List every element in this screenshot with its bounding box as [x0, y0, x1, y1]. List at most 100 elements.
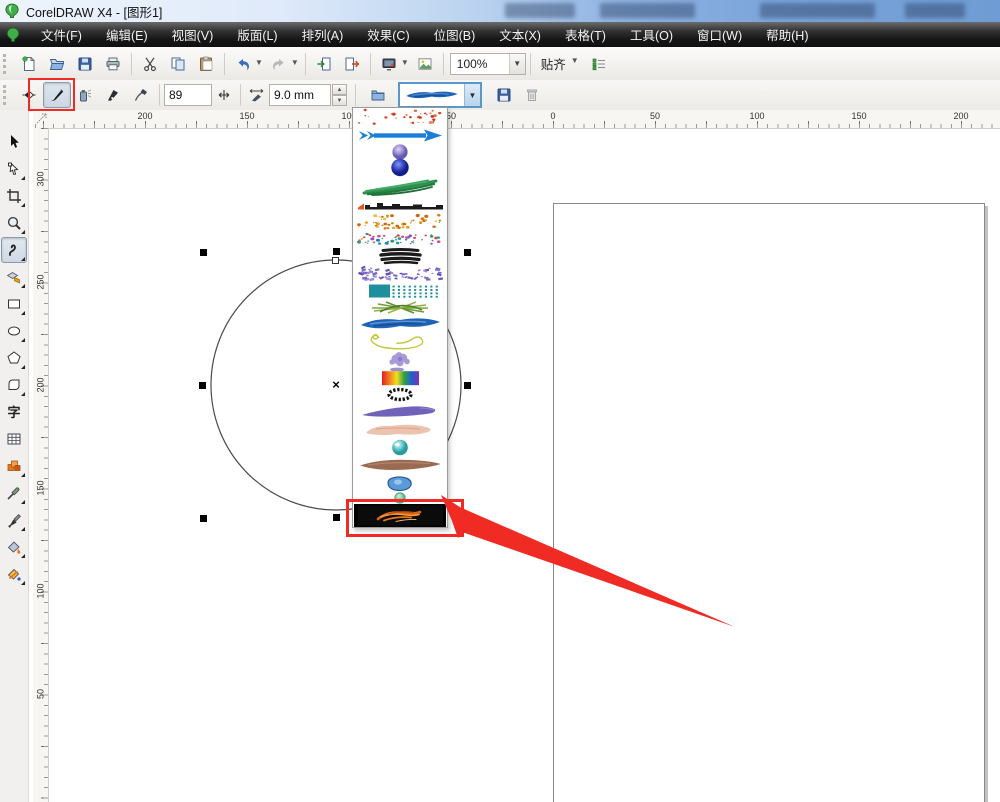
stroke-list-item-gold-speckle-stroke[interactable]	[354, 212, 446, 232]
cut-button[interactable]	[136, 51, 164, 77]
curve-node[interactable]	[332, 257, 339, 264]
undo-button[interactable]	[229, 51, 257, 77]
horizontal-ruler[interactable]: 20015010050050100150200	[33, 110, 1000, 129]
selection-handle[interactable]	[464, 249, 471, 256]
fill-tool[interactable]	[1, 534, 27, 560]
new-document-button[interactable]	[15, 51, 43, 77]
pressure-mode-button[interactable]	[127, 82, 155, 108]
slider-handle-icon[interactable]	[216, 87, 232, 103]
brush-mode-button[interactable]	[43, 82, 71, 108]
stroke-list-item-red-speckle-stroke[interactable]	[354, 108, 446, 127]
stroke-list-item-dotted-ring-stroke[interactable]	[354, 387, 446, 402]
print-button[interactable]	[99, 51, 127, 77]
selection-handle[interactable]	[464, 382, 471, 389]
menu-item-6[interactable]: 位图(B)	[422, 22, 488, 47]
pick-tool[interactable]	[1, 129, 27, 155]
stroke-width-spinner[interactable]: ▲ ▼	[332, 84, 347, 106]
spinner-up-icon[interactable]: ▲	[332, 84, 347, 95]
menu-item-5[interactable]: 效果(C)	[355, 22, 421, 47]
blend-tool[interactable]	[1, 453, 27, 479]
open-button[interactable]	[43, 51, 71, 77]
spinner-down-icon[interactable]: ▼	[332, 95, 347, 106]
stroke-list-item-orange-flame-stroke[interactable]	[354, 504, 446, 527]
toolbar-drag-handle[interactable]	[3, 54, 10, 74]
stroke-list-item-lavender-flower-stroke[interactable]	[354, 352, 446, 367]
snap-to-dropdown[interactable]: 贴齐 ▼	[535, 54, 585, 73]
stroke-list-item-rainbow-bar-stroke[interactable]	[354, 367, 446, 387]
chevron-down-icon[interactable]: ▼	[464, 84, 480, 106]
toolbar-drag-handle[interactable]	[3, 85, 10, 105]
chevron-down-icon[interactable]: ▼	[509, 54, 525, 74]
stroke-width-input[interactable]	[269, 84, 331, 106]
import-button[interactable]	[310, 51, 338, 77]
export-button[interactable]	[338, 51, 366, 77]
artistic-media-tool[interactable]	[1, 237, 27, 263]
menu-item-4[interactable]: 排列(A)	[290, 22, 356, 47]
selection-handle[interactable]	[199, 382, 206, 389]
stroke-list-item-green-grass-stroke[interactable]	[354, 177, 446, 197]
stroke-list-item-confetti-stroke[interactable]	[354, 232, 446, 247]
stroke-list-item-aqua-sphere-stroke[interactable]	[354, 439, 446, 456]
table-tool[interactable]	[1, 426, 27, 452]
stroke-list-item-twin-spheres-stroke[interactable]	[354, 144, 446, 177]
shape-tool[interactable]	[1, 156, 27, 182]
selection-handle[interactable]	[333, 248, 340, 255]
stroke-list-item-violet-taper-stroke[interactable]	[354, 402, 446, 421]
preset-mode-button[interactable]	[15, 82, 43, 108]
stroke-list-item-blue-blob-stroke[interactable]	[354, 474, 446, 492]
zoom-tool[interactable]	[1, 210, 27, 236]
menu-item-3[interactable]: 版面(L)	[225, 22, 289, 47]
sprayer-mode-button[interactable]	[71, 82, 99, 108]
menu-item-1[interactable]: 编辑(E)	[94, 22, 160, 47]
stroke-list-item-green-ball-stroke[interactable]	[354, 492, 446, 504]
stroke-dropdown-list[interactable]	[352, 107, 448, 528]
menu-item-11[interactable]: 帮助(H)	[754, 22, 820, 47]
crop-tool[interactable]	[1, 183, 27, 209]
basic-shapes-tool[interactable]	[1, 372, 27, 398]
freehand-smoothing-input[interactable]	[164, 84, 212, 106]
selection-handle[interactable]	[200, 515, 207, 522]
chevron-down-icon[interactable]: ▼	[255, 58, 263, 67]
paste-button[interactable]	[192, 51, 220, 77]
stroke-list-item-yellow-outline-doodle-stroke[interactable]	[354, 332, 446, 352]
stroke-list-item-teal-grid-stroke[interactable]	[354, 282, 446, 300]
smart-fill-tool[interactable]	[1, 264, 27, 290]
stroke-list-item-blue-smear-stroke[interactable]	[354, 315, 446, 332]
stroke-list-item-purple-scatter-stroke[interactable]	[354, 265, 446, 282]
outline-pen-tool[interactable]	[1, 507, 27, 533]
chevron-down-icon[interactable]: ▼	[401, 58, 409, 67]
browse-button[interactable]	[364, 82, 392, 108]
text-tool[interactable]: 字	[1, 399, 27, 425]
copy-button[interactable]	[164, 51, 192, 77]
selection-handle[interactable]	[333, 514, 340, 521]
polygon-tool[interactable]	[1, 345, 27, 371]
menu-item-9[interactable]: 工具(O)	[618, 22, 685, 47]
stroke-list-item-olive-scribble-stroke[interactable]	[354, 300, 446, 315]
menu-item-7[interactable]: 文本(X)	[487, 22, 553, 47]
stroke-list-item-black-swash-stack-stroke[interactable]	[354, 247, 446, 265]
options-button[interactable]	[585, 51, 613, 77]
ruler-origin-icon[interactable]	[35, 112, 48, 125]
stroke-list-item-pink-smear-stroke[interactable]	[354, 421, 446, 439]
rectangle-tool[interactable]	[1, 291, 27, 317]
menu-item-10[interactable]: 窗口(W)	[685, 22, 754, 47]
calligraphic-mode-button[interactable]	[99, 82, 127, 108]
chevron-down-icon[interactable]: ▼	[291, 58, 299, 67]
welcome-screen-button[interactable]	[411, 51, 439, 77]
menu-item-2[interactable]: 视图(V)	[160, 22, 226, 47]
vertical-ruler[interactable]: 30025020015010050	[33, 128, 49, 802]
selection-handle[interactable]	[200, 249, 207, 256]
ellipse-tool[interactable]	[1, 318, 27, 344]
eyedropper-tool[interactable]	[1, 480, 27, 506]
stroke-list-combobox[interactable]: ▼	[398, 82, 482, 108]
application-launcher-button[interactable]	[375, 51, 403, 77]
menu-item-0[interactable]: 文件(F)	[29, 22, 94, 47]
chevron-down-icon[interactable]: ▼	[571, 56, 579, 65]
save-stroke-button[interactable]	[490, 82, 518, 108]
interactive-fill-tool[interactable]	[1, 561, 27, 587]
selection-handle[interactable]	[464, 515, 471, 522]
save-button[interactable]	[71, 51, 99, 77]
stroke-list-item-city-skyline-stroke[interactable]	[354, 197, 446, 212]
stroke-list-item-blue-arrow-stroke[interactable]	[354, 127, 446, 144]
stroke-list-item-brown-taper-stroke[interactable]	[354, 456, 446, 474]
